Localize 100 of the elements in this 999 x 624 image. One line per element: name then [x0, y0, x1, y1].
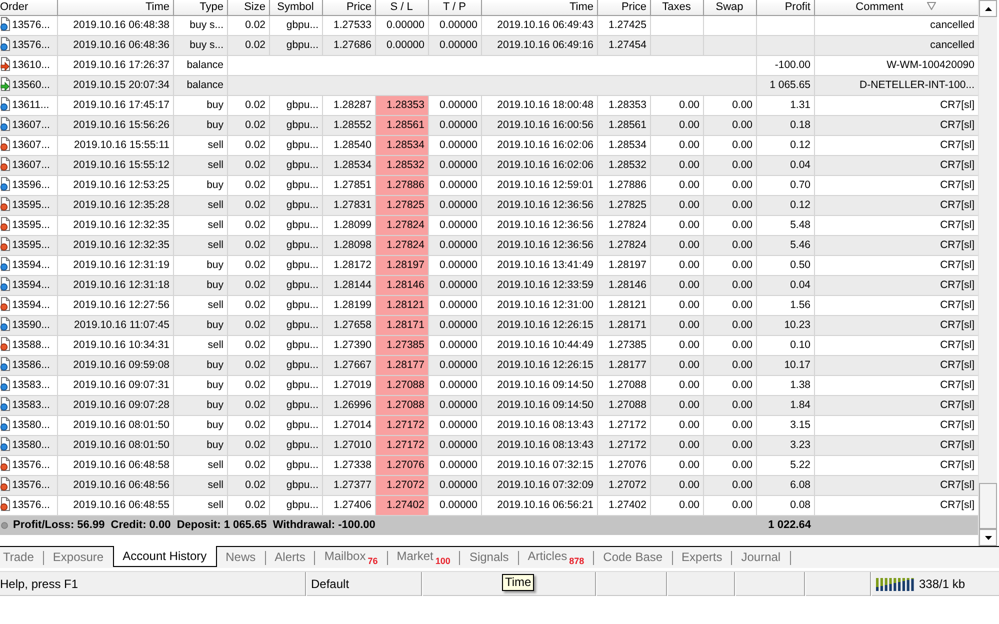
open-price: 1.27019: [322, 375, 375, 395]
symbol-name: gbpu...: [269, 155, 322, 175]
scroll-up-button[interactable]: [979, 0, 997, 17]
stop-loss: 0.00000: [375, 35, 428, 55]
stop-loss: 1.27172: [375, 435, 428, 455]
taxes-value: 0.00: [650, 415, 703, 435]
swap-value: 0.00: [703, 195, 756, 215]
column-header[interactable]: Swap: [703, 0, 756, 15]
close-time: 2019.10.16 16:00:56: [481, 115, 597, 135]
unread-count: 100: [435, 556, 450, 566]
column-header[interactable]: Profit: [756, 0, 814, 15]
stop-loss: 1.28146: [375, 275, 428, 295]
comment-text: CR7[sl]: [814, 135, 978, 155]
scroll-thumb[interactable]: [979, 483, 997, 529]
column-header[interactable]: Price: [597, 0, 650, 15]
profit-value: 0.08: [756, 495, 814, 515]
open-time: 2019.10.16 12:32:35: [57, 235, 173, 255]
close-time: 2019.10.16 06:56:21: [481, 495, 597, 515]
tab[interactable]: Experts: [672, 547, 732, 567]
tab[interactable]: Account History: [112, 546, 217, 567]
stop-loss: 1.28197: [375, 255, 428, 275]
column-header[interactable]: Type: [173, 0, 227, 15]
trade-type: sell: [173, 475, 227, 495]
column-header[interactable]: Size: [227, 0, 269, 15]
tab[interactable]: Code Base: [594, 547, 672, 567]
comment-text: CR7[sl]: [814, 95, 978, 115]
trade-type: buy: [173, 435, 227, 455]
comment-text: CR7[sl]: [814, 295, 978, 315]
tab[interactable]: Signals: [460, 547, 518, 567]
column-header[interactable]: Order: [0, 0, 57, 15]
profit-value: -100.00: [756, 55, 814, 75]
open-time: 2019.10.16 12:31:18: [57, 275, 173, 295]
column-header[interactable]: S / L: [375, 0, 428, 15]
open-price: 1.27686: [322, 35, 375, 55]
close-time: 2019.10.16 12:26:15: [481, 315, 597, 335]
tab[interactable]: Articles $_{878}$: [518, 547, 594, 567]
take-profit: 0.00000: [428, 135, 481, 155]
order-number: 13590...: [12, 319, 50, 331]
open-price: 1.27377: [322, 475, 375, 495]
lot-size: 0.02: [227, 95, 269, 115]
close-time: 2019.10.16 13:41:49: [481, 255, 597, 275]
symbol-name: gbpu...: [269, 315, 322, 335]
order-number: 13594...: [12, 299, 50, 311]
column-header[interactable]: Taxes: [650, 0, 703, 15]
swap-value: 0.00: [703, 475, 756, 495]
order-number: 13611...: [12, 99, 50, 111]
unread-count: 878: [569, 556, 584, 566]
profit-value: 0.04: [756, 275, 814, 295]
take-profit: 0.00000: [428, 295, 481, 315]
taxes-value: 0.00: [650, 495, 703, 515]
order-number: 13583...: [12, 399, 50, 411]
take-profit: 0.00000: [428, 215, 481, 235]
symbol-name: gbpu...: [269, 215, 322, 235]
swap-value: 0.00: [703, 415, 756, 435]
close-time: 2019.10.16 12:36:56: [481, 235, 597, 255]
open-price: 1.27851: [322, 175, 375, 195]
open-time: 2019.10.16 11:07:45: [57, 315, 173, 335]
column-header[interactable]: Price: [322, 0, 375, 15]
taxes-value: 0.00: [650, 335, 703, 355]
profit-value: 0.10: [756, 335, 814, 355]
close-price: 1.28171: [597, 315, 650, 335]
stop-loss: 1.28171: [375, 315, 428, 335]
stop-loss: 1.27402: [375, 495, 428, 515]
tab[interactable]: Trade: [0, 547, 43, 567]
profit-value: 0.04: [756, 155, 814, 175]
scrollbar[interactable]: [978, 0, 997, 546]
profit-value: 6.08: [756, 475, 814, 495]
order-number: 13594...: [12, 259, 50, 271]
tab[interactable]: Journal: [732, 547, 790, 567]
trade-type: buy: [173, 375, 227, 395]
taxes-value: 0.00: [650, 275, 703, 295]
swap-value: 0.00: [703, 295, 756, 315]
order-number: 13576...: [12, 39, 50, 51]
profit-value: 5.22: [756, 455, 814, 475]
taxes-value: 0.00: [650, 455, 703, 475]
comment-text: D-NETELLER-INT-100...: [814, 75, 978, 95]
dot-icon: [1, 522, 8, 530]
tab[interactable]: Alerts: [266, 547, 314, 567]
profit-value: 0.12: [756, 195, 814, 215]
column-header[interactable]: Time: [481, 0, 597, 15]
profit-value: 5.48: [756, 215, 814, 235]
tab[interactable]: Exposure: [44, 547, 113, 567]
tab[interactable]: Mailbox $_{76}$: [315, 547, 387, 567]
comment-text: CR7[sl]: [814, 175, 978, 195]
scroll-down-button[interactable]: [979, 529, 997, 546]
column-header[interactable]: Time: [57, 0, 173, 15]
tab[interactable]: News: [216, 547, 265, 567]
close-price: 1.28532: [597, 155, 650, 175]
swap-value: 0.00: [703, 215, 756, 235]
tab[interactable]: Market $_{100}$: [388, 547, 460, 567]
open-time: 2019.10.16 06:48:58: [57, 455, 173, 475]
swap-value: 0.00: [703, 275, 756, 295]
column-header[interactable]: T / P: [428, 0, 481, 15]
lot-size: 0.02: [227, 255, 269, 275]
swap-value: 0.00: [703, 255, 756, 275]
column-header[interactable]: Symbol: [269, 0, 322, 15]
take-profit: 0.00000: [428, 235, 481, 255]
trade-type: sell: [173, 155, 227, 175]
close-price: 1.28353: [597, 95, 650, 115]
close-time: 2019.10.16 18:00:48: [481, 95, 597, 115]
